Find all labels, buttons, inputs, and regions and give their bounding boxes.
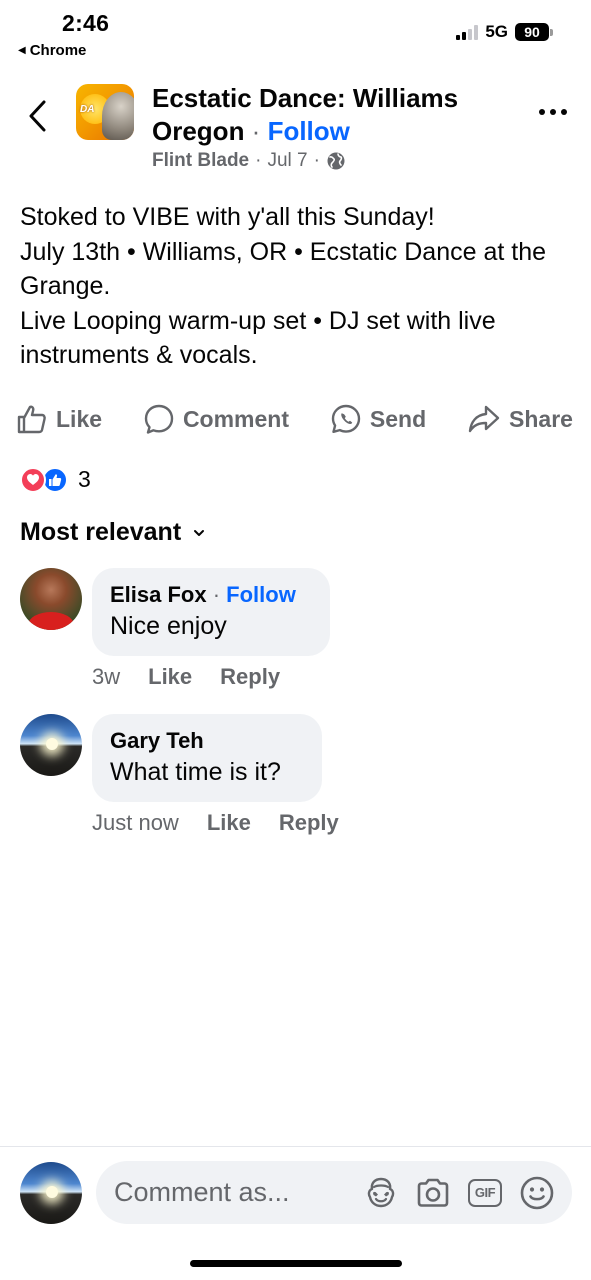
page-avatar[interactable]: DA	[76, 84, 134, 140]
status-bar: 2:46 ◀ Chrome 5G 90	[0, 0, 591, 66]
sort-label: Most relevant	[20, 518, 182, 546]
reaction-count: 3	[78, 466, 91, 492]
send-label: Send	[369, 405, 427, 432]
back-triangle-icon: ◀	[18, 45, 26, 56]
battery-icon: 90	[515, 23, 553, 41]
comment-bubble-icon	[144, 404, 174, 434]
thumbs-up-icon	[17, 405, 46, 434]
comment-like-button[interactable]: Like	[207, 810, 251, 836]
comment-input[interactable]	[114, 1177, 362, 1208]
send-button[interactable]: Send	[330, 403, 426, 435]
post-meta: Flint Blade · Jul 7 ·	[152, 150, 346, 172]
status-time: 2:46	[62, 10, 110, 36]
battery-level: 90	[515, 23, 549, 41]
avatar-sticker-button[interactable]	[362, 1174, 400, 1212]
reaction-summary[interactable]: 3	[20, 466, 91, 493]
composer-divider	[0, 1146, 591, 1147]
camera-icon	[417, 1178, 449, 1207]
comment-sort-dropdown[interactable]: Most relevant	[20, 518, 205, 547]
current-user-avatar[interactable]	[20, 1162, 82, 1224]
comment-meta: Just now Like Reply	[92, 810, 367, 836]
like-label: Like	[56, 405, 103, 432]
comment-button[interactable]: Comment	[143, 403, 289, 435]
post-line: Stoked to VIBE with y'all this Sunday!	[20, 203, 435, 231]
chevron-down-icon	[194, 529, 205, 536]
post-line: July 13th • Williams, OR • Ecstatic Danc…	[20, 237, 547, 301]
comment-timestamp: Just now	[92, 810, 179, 835]
page-title: Ecstatic Dance: Williams Oregon · Follow	[152, 83, 459, 146]
page-avatar-logo: DA	[80, 104, 95, 115]
globe-icon	[327, 152, 345, 170]
comment-label: Comment	[182, 405, 289, 432]
share-label: Share	[509, 405, 573, 432]
like-button[interactable]: Like	[16, 403, 102, 435]
avatar-sticker-icon	[367, 1177, 395, 1207]
signal-strength-icon	[456, 24, 479, 40]
post-author[interactable]: Flint Blade	[152, 150, 249, 172]
share-button[interactable]: Share	[467, 403, 573, 435]
emoji-button[interactable]	[518, 1174, 556, 1212]
commenter-avatar[interactable]	[20, 568, 82, 630]
network-type: 5G	[485, 22, 508, 41]
comment-text: What time is it?	[110, 758, 281, 786]
share-arrow-icon	[468, 405, 500, 433]
commenter-name[interactable]: Elisa Fox	[110, 582, 207, 607]
back-button[interactable]	[22, 98, 52, 134]
commenter-name[interactable]: Gary Teh	[110, 726, 304, 756]
comment-meta: 3w Like Reply	[92, 664, 308, 690]
back-to-app-link[interactable]: ◀ Chrome	[18, 42, 86, 59]
home-indicator[interactable]	[190, 1260, 402, 1267]
comment-reply-button[interactable]: Reply	[220, 664, 280, 690]
chevron-left-icon	[29, 100, 46, 132]
comment-like-button[interactable]: Like	[148, 664, 192, 690]
camera-button[interactable]	[414, 1174, 452, 1212]
follow-page-button[interactable]: Follow	[268, 116, 350, 146]
messenger-whatsapp-icon	[331, 404, 361, 433]
status-indicators: 5G 90	[456, 22, 553, 42]
comment-text: Nice enjoy	[110, 612, 227, 640]
gif-button[interactable]: GIF	[466, 1174, 504, 1212]
comment-composer: GIF	[96, 1161, 572, 1224]
post-line: Live Looping warm-up set • DJ set with l…	[20, 306, 496, 370]
smiley-icon	[520, 1176, 554, 1209]
comment-bubble: Gary Teh What time is it?	[92, 714, 322, 802]
composer-tools: GIF	[362, 1174, 556, 1212]
back-app-label: Chrome	[29, 42, 87, 59]
post-text: Stoked to VIBE with y'all this Sunday! J…	[20, 200, 575, 373]
post-date[interactable]: Jul 7	[267, 150, 307, 172]
follow-commenter-button[interactable]: Follow	[226, 582, 296, 607]
comment-reply-button[interactable]: Reply	[279, 810, 339, 836]
love-reaction-icon	[20, 466, 46, 493]
post-action-bar: Like Comment Send Share	[0, 396, 591, 442]
comment-bubble: Elisa Fox · Follow Nice enjoy	[92, 568, 330, 656]
commenter-avatar[interactable]	[20, 714, 82, 776]
gif-icon: GIF	[468, 1178, 502, 1207]
post-header: DA Ecstatic Dance: Williams Oregon · Fol…	[0, 80, 591, 180]
comment-timestamp: 3w	[92, 664, 121, 689]
more-options-button[interactable]	[535, 102, 571, 122]
